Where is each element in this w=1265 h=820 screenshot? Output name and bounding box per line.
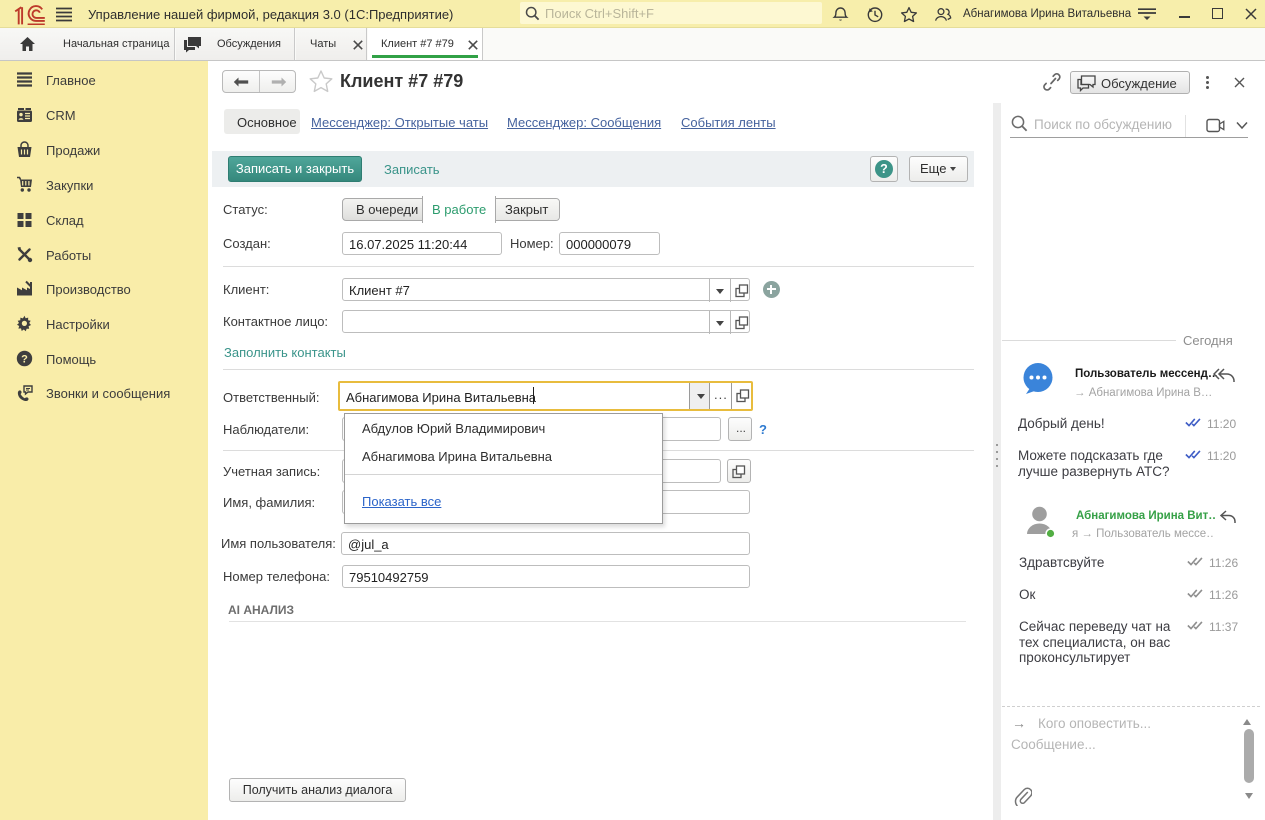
svg-text:?: ? <box>21 353 28 365</box>
